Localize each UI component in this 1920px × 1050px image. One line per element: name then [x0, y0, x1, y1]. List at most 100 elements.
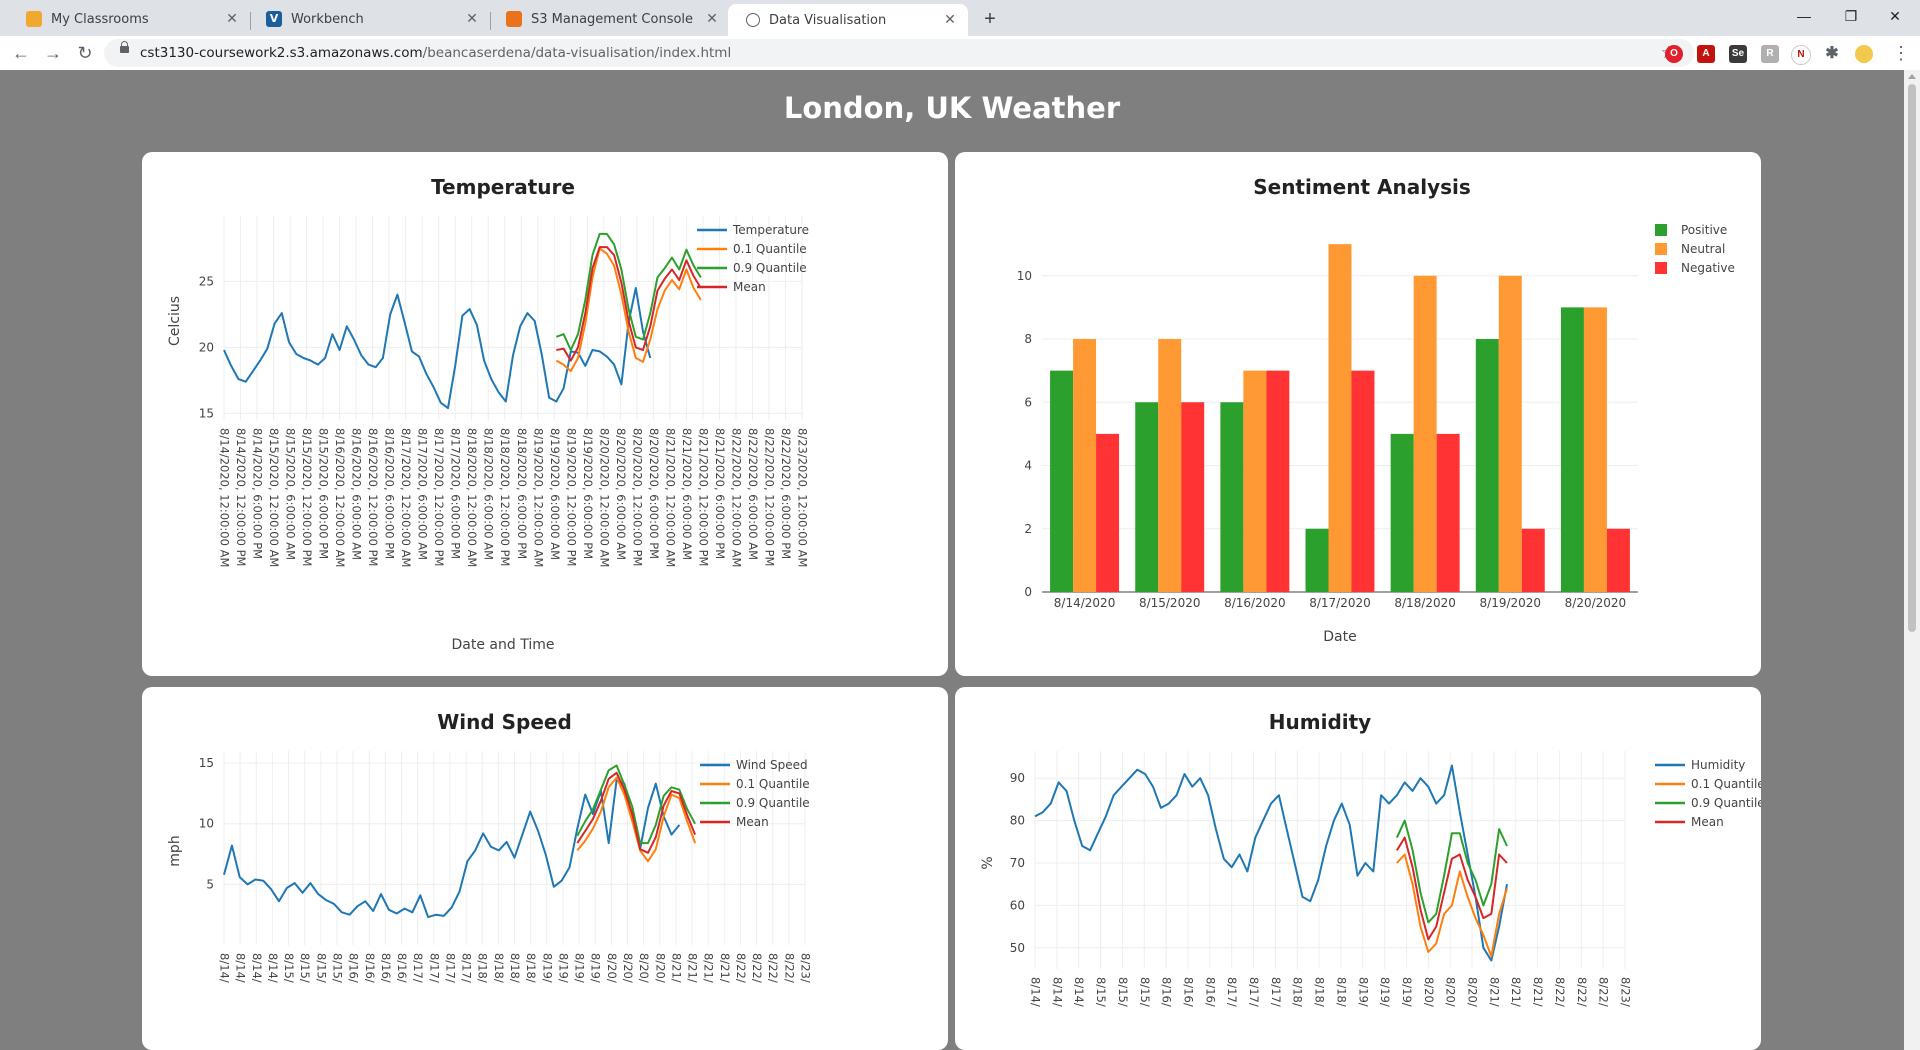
x-tick-label: 8/21/ [1487, 977, 1501, 1007]
bar-negative [1096, 433, 1120, 592]
x-tick-label: 8/20/2020, 6:00:00 PM [647, 428, 661, 559]
x-axis-label: Date [1323, 629, 1356, 645]
x-tick-label: 8/18/ [524, 953, 538, 983]
x-tick-label: 8/15/ [298, 953, 312, 983]
selenium-extension-icon[interactable]: Se [1729, 45, 1747, 63]
y-tick-label: 5 [206, 877, 214, 891]
x-tick-label: 8/16/2020, 12:00:00 AM [333, 428, 347, 567]
y-tick-label: 15 [199, 756, 214, 770]
acrobat-extension-icon[interactable]: A [1697, 45, 1715, 63]
restore-button[interactable]: ❐ [1836, 4, 1866, 28]
sentiment-chart-card: 0 2 4 6 8 10 8/14/2020 8/15/2020 8/16/2020 8/17/2… [955, 152, 1761, 676]
tab-my-classrooms[interactable]: My Classrooms ✕ [10, 4, 250, 34]
y-tick-label: 2 [1024, 522, 1032, 536]
extension-icon[interactable]: R [1761, 45, 1779, 63]
close-icon[interactable]: ✕ [224, 11, 240, 27]
url-host: cst3130-coursework2.s3.amazonaws.com [140, 45, 423, 61]
x-tick-label: 8/19/ [540, 953, 554, 983]
bar-neutral [1328, 244, 1352, 592]
tab-s3-console[interactable]: S3 Management Console ✕ [490, 4, 730, 34]
tab-workbench[interactable]: V Workbench ✕ [250, 4, 490, 34]
x-tick-label: 8/20/ [637, 953, 651, 983]
chart-title: Wind Speed [437, 710, 572, 734]
scrollbar-thumb[interactable] [1908, 84, 1916, 632]
x-tick-label: 8/15/ [1138, 977, 1152, 1007]
x-tick-label: 8/21/2020, 6:00:00 PM [713, 428, 727, 559]
x-tick-label: 8/19/ [573, 953, 587, 983]
vocareum-icon: V [266, 11, 282, 27]
legend-label: 0.1 Quantile [733, 242, 807, 256]
x-tick-label: 8/19/2020 [1480, 596, 1542, 610]
legend-label: Humidity [1691, 758, 1745, 772]
puzzle-icon[interactable]: ✱ [1823, 45, 1841, 63]
x-tick-label: 8/21/2020, 6:00:00 AM [680, 428, 694, 560]
x-tick-label: 8/16/2020, 6:00:00 PM [383, 428, 397, 559]
x-tick-label: 8/17/2020, 6:00:00 PM [449, 428, 463, 559]
y-axis-label: mph [167, 835, 183, 866]
tab-label: Workbench [291, 11, 364, 27]
x-tick-label: 8/21/ [1531, 977, 1545, 1007]
x-tick-label: 8/14/ [234, 953, 248, 983]
x-tick-label: 8/19/ [556, 953, 570, 983]
browser-chrome: My Classrooms ✕ V Workbench ✕ S3 Managem… [0, 0, 1920, 71]
x-tick-label: 8/15/2020, 12:00:00 PM [300, 428, 314, 566]
avatar[interactable] [1855, 45, 1873, 63]
x-tick-label: 8/16/2020 [1224, 596, 1286, 610]
x-tick-label: 8/17/ [460, 953, 474, 983]
y-axis-label: % [980, 856, 996, 869]
x-tick-label: 8/16/2020, 12:00:00 PM [366, 428, 380, 566]
x-tick-label: 8/14/ [1029, 977, 1043, 1007]
temperature-chart[interactable]: 15 20 25 8/14/2020, 12:00:00 AM 8/14/2020, 1… [142, 152, 948, 676]
x-tick-label: 8/14/2020, 12:00:00 PM [234, 428, 248, 566]
x-tick-label: 8/19/2020, 12:00:00 PM [564, 428, 578, 566]
x-tick-label: 8/21/2020, 12:00:00 AM [663, 428, 677, 567]
x-tick-label: 8/19/2020, 12:00:00 AM [531, 428, 545, 567]
x-tick-label: 8/18/ [1313, 977, 1327, 1007]
x-tick-label: 8/17/2020 [1309, 596, 1371, 610]
legend-label: Neutral [1681, 242, 1725, 256]
url-text[interactable]: cst3130-coursework2.s3.amazonaws.com/bea… [140, 39, 731, 67]
x-tick-label: 8/14/ [250, 953, 264, 983]
wind-speed-chart[interactable]: 5 10 15 8/14/8/14/8/14/8/14/8/15/8/15/8/15/… [142, 687, 948, 1050]
humidity-chart-card: 50 60 70 80 90 8/14/8/14/8/14/8/15/8/15/8/15/… [955, 687, 1761, 1050]
x-tick-label: 8/14/ [1072, 977, 1086, 1007]
x-tick-label: 8/14/2020 [1054, 596, 1116, 610]
x-tick-label: 8/15/ [282, 953, 296, 983]
close-icon[interactable]: ✕ [704, 11, 720, 27]
sentiment-chart[interactable]: 0 2 4 6 8 10 8/14/2020 8/15/2020 8/16/2020 8/17/2… [955, 152, 1761, 676]
legend-label: 0.9 Quantile [736, 796, 810, 810]
x-tick-label: 8/14/ [1050, 977, 1064, 1007]
back-button[interactable]: ← [8, 40, 34, 66]
address-bar[interactable]: cst3130-coursework2.s3.amazonaws.com/bea… [104, 39, 1694, 67]
close-window-button[interactable]: ✕ [1880, 4, 1910, 28]
close-icon[interactable]: ✕ [942, 12, 958, 28]
scroll-up-icon[interactable] [1908, 74, 1916, 79]
scrollbar[interactable] [1904, 70, 1920, 1050]
tab-data-visualisation[interactable]: Data Visualisation ✕ [728, 4, 968, 36]
x-tick-label: 8/16/ [1160, 977, 1174, 1007]
x-tick-label: 8/15/ [1116, 977, 1130, 1007]
x-tick-label: 8/20/2020, 12:00:00 PM [630, 428, 644, 566]
y-tick-label: 10 [199, 817, 214, 831]
opera-extension-icon[interactable]: O [1665, 45, 1683, 63]
globe-icon [746, 13, 760, 27]
x-tick-label: 8/17/ [1247, 977, 1261, 1007]
close-icon[interactable]: ✕ [464, 11, 480, 27]
new-tab-button[interactable]: + [978, 8, 1002, 32]
x-tick-label: 8/20/ [1466, 977, 1480, 1007]
x-tick-label: 8/19/2020, 6:00:00 PM [581, 428, 595, 559]
forward-button[interactable]: → [40, 40, 66, 66]
x-tick-label: 8/19/2020, 6:00:00 AM [548, 428, 562, 560]
legend-label: 0.9 Quantile [733, 261, 807, 275]
x-tick-label: 8/22/ [1597, 977, 1611, 1007]
bar-positive [1475, 339, 1499, 592]
x-tick-label: 8/21/ [702, 953, 716, 983]
humidity-chart[interactable]: 50 60 70 80 90 8/14/8/14/8/14/8/15/8/15/8/15/… [955, 687, 1761, 1050]
x-tick-label: 8/19/ [1400, 977, 1414, 1007]
minimize-button[interactable]: — [1789, 4, 1819, 28]
x-tick-label: 8/21/ [718, 953, 732, 983]
notion-extension-icon[interactable]: N [1791, 45, 1811, 65]
reload-button[interactable]: ↻ [72, 40, 98, 66]
y-tick-label: 80 [1010, 814, 1025, 828]
menu-icon[interactable]: ⋮ [1892, 41, 1910, 65]
